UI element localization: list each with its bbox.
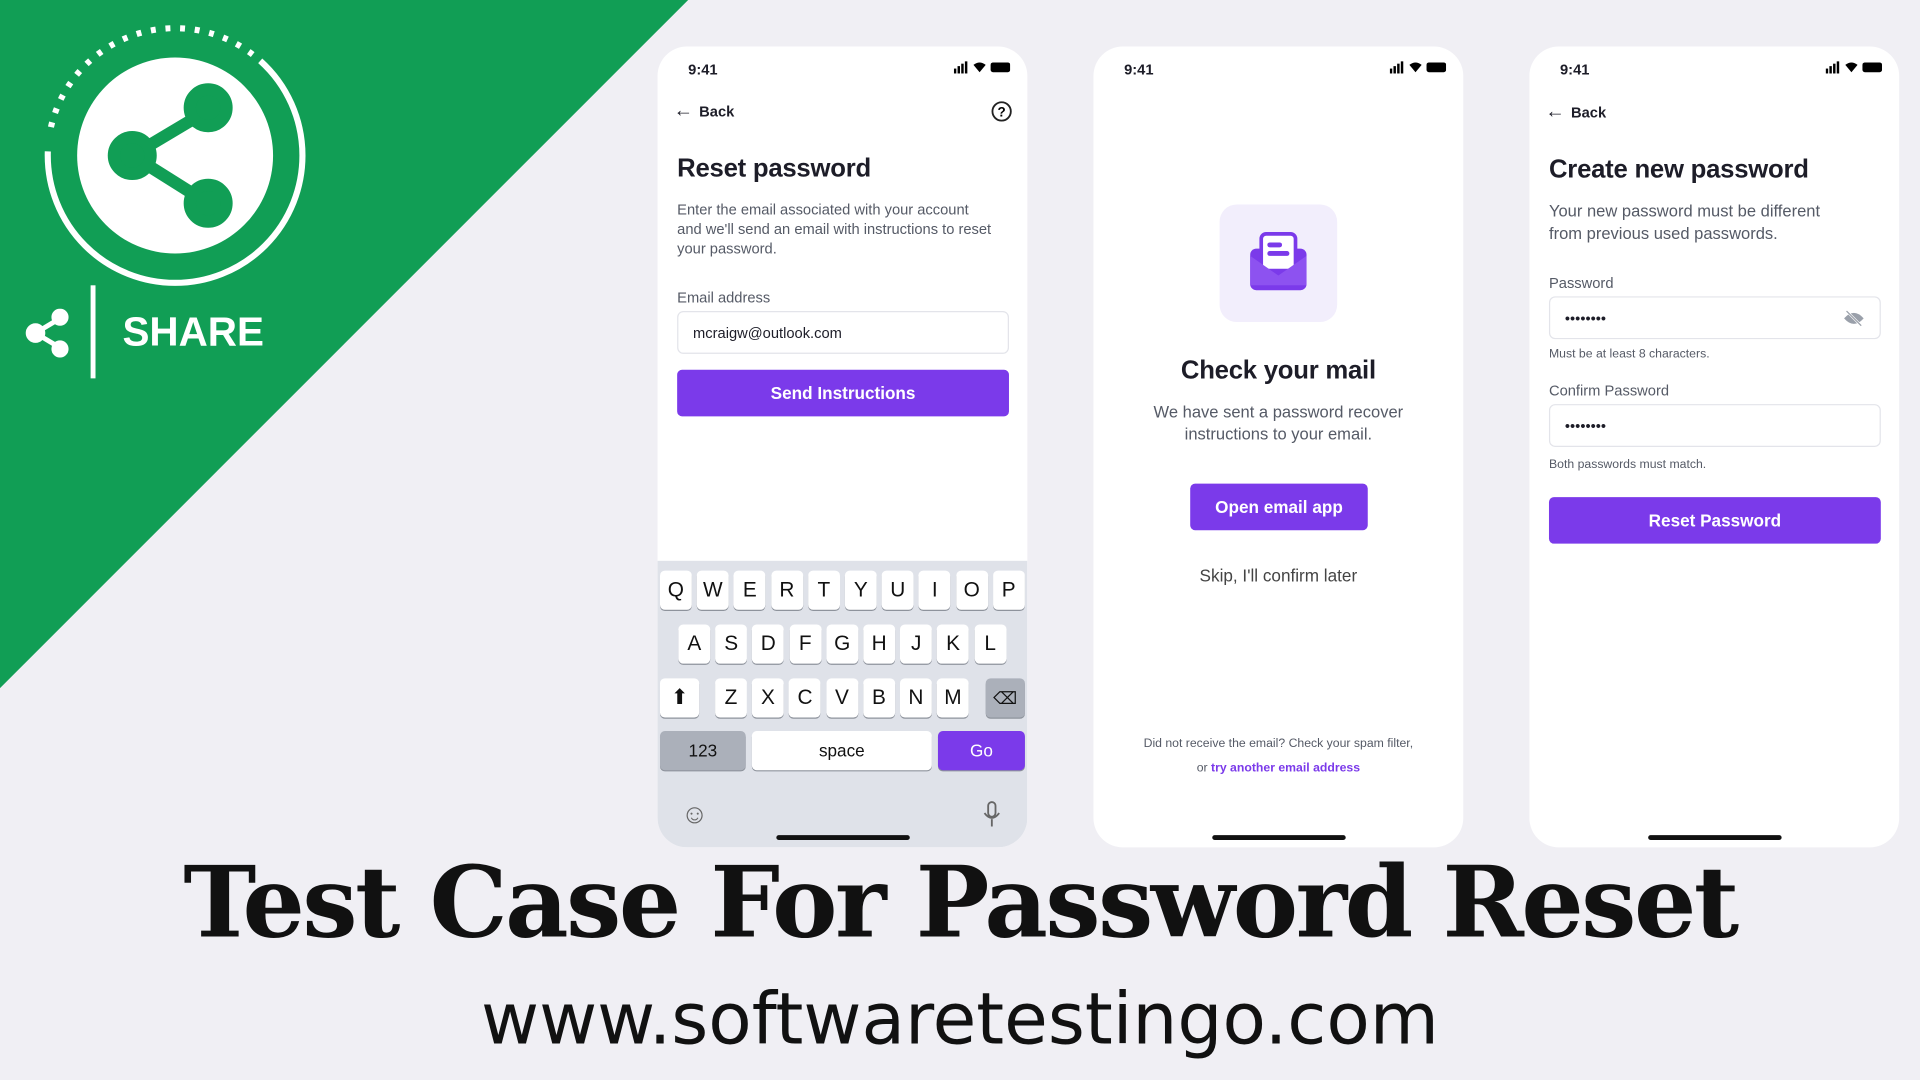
description: Your new password must be different from… (1548, 202, 1821, 243)
key-u[interactable]: U (881, 570, 914, 610)
status-icons (953, 61, 1011, 74)
key-x[interactable]: X (752, 678, 784, 718)
description: Enter the email associated with your acc… (677, 200, 992, 258)
svg-text:?: ? (998, 104, 1006, 119)
divider (90, 285, 96, 379)
emoji-icon[interactable]: ☺ (681, 798, 709, 830)
key-e[interactable]: E (733, 570, 766, 610)
key-n[interactable]: N (900, 678, 932, 718)
key-l[interactable]: L (974, 624, 1007, 664)
key-a[interactable]: A (678, 624, 711, 664)
home-indicator (1212, 835, 1346, 841)
status-time: 9:41 (1124, 61, 1154, 79)
mail-icon-box (1219, 204, 1338, 323)
main-title: Test Case For Password Reset (183, 844, 1739, 961)
key-q[interactable]: Q (660, 570, 692, 610)
reset-password-button[interactable]: Reset Password (1548, 497, 1881, 544)
back-button[interactable]: ← Back (673, 100, 734, 122)
check-mail-screen: 9:41 Check your mail We have sent a pass… (1093, 46, 1464, 848)
confirm-password-input[interactable]: •••••••• (1548, 404, 1881, 447)
footer-or: or (1196, 761, 1208, 776)
page-title: Check your mail (1180, 356, 1376, 385)
share-label: SHARE (122, 308, 264, 354)
home-indicator (776, 835, 910, 841)
back-label: Back (1571, 104, 1607, 122)
key-d[interactable]: D (752, 624, 785, 664)
key-s[interactable]: S (715, 624, 748, 664)
arrow-left-icon: ← (673, 100, 694, 122)
confirm-password-value: •••••••• (1564, 416, 1607, 435)
numbers-key[interactable]: 123 (660, 731, 746, 771)
key-t[interactable]: T (807, 570, 840, 610)
website-url: www.softwaretestingo.com (480, 977, 1439, 1061)
shift-icon: ⬆ (670, 685, 689, 709)
backspace-icon: ⌫ (993, 687, 1018, 708)
key-g[interactable]: G (826, 624, 859, 664)
question-circle-icon[interactable]: ? (991, 100, 1013, 122)
key-f[interactable]: F (789, 624, 822, 664)
home-indicator (1648, 835, 1782, 841)
share-logo-icon (44, 25, 306, 286)
backspace-key[interactable]: ⌫ (985, 678, 1025, 718)
page-title: Reset password (677, 154, 871, 183)
key-p[interactable]: P (992, 570, 1025, 610)
status-icons (1825, 61, 1883, 74)
email-value: mcraigw@outlook.com (693, 323, 842, 342)
password-label: Password (1548, 274, 1614, 292)
key-m[interactable]: M (936, 678, 969, 718)
key-i[interactable]: I (918, 570, 951, 610)
password-input[interactable]: •••••••• (1548, 296, 1881, 340)
arrow-left-icon: ← (1545, 101, 1565, 123)
key-h[interactable]: H (863, 624, 896, 664)
key-r[interactable]: R (770, 570, 803, 610)
key-v[interactable]: V (826, 678, 858, 718)
email-label: Email address (677, 288, 771, 307)
status-time: 9:41 (1560, 61, 1590, 79)
footer-text: Did not receive the email? Check your sp… (1143, 737, 1414, 751)
back-label: Back (699, 102, 735, 121)
key-k[interactable]: K (937, 624, 970, 664)
key-b[interactable]: B (863, 678, 895, 718)
key-o[interactable]: O (955, 570, 988, 610)
banner: SHARE 9:41 ← Back ? Reset password Enter … (0, 0, 1920, 1080)
share-icon (25, 308, 69, 358)
key-w[interactable]: W (696, 570, 729, 610)
footer-line: or try another email address (1093, 762, 1463, 775)
keyboard: ⬆ ⌫ 123 space Go ☺ QWERTYUIOP ASDFGHJKL ZX… (657, 560, 1028, 848)
password-value: •••••••• (1564, 309, 1607, 327)
back-button[interactable]: ← Back (1545, 102, 1606, 124)
key-j[interactable]: J (900, 624, 933, 664)
space-key[interactable]: space (751, 731, 932, 771)
key-z[interactable]: Z (715, 678, 747, 718)
eye-off-icon[interactable] (1843, 309, 1865, 326)
confirm-hint: Both passwords must match. (1548, 457, 1707, 472)
skip-link[interactable]: Skip, I'll confirm later (1093, 566, 1463, 586)
description: We have sent a password recover instruct… (1153, 402, 1404, 444)
password-hint: Must be at least 8 characters. (1548, 347, 1710, 362)
go-key[interactable]: Go (937, 731, 1025, 771)
envelope-icon (1250, 232, 1307, 291)
open-email-app-button[interactable]: Open email app (1190, 483, 1368, 531)
create-password-screen: 9:41 ← Back Create new password Your new … (1529, 46, 1900, 848)
signal-wifi-battery-icon (953, 61, 1011, 74)
key-c[interactable]: C (789, 678, 821, 718)
status-icons (1389, 61, 1447, 74)
page-title: Create new password (1548, 155, 1809, 184)
try-another-email-link[interactable]: try another email address (1211, 762, 1360, 775)
shift-key[interactable]: ⬆ (660, 678, 700, 718)
email-input[interactable]: mcraigw@outlook.com (677, 311, 1009, 354)
microphone-icon[interactable] (983, 801, 1000, 828)
reset-password-screen: 9:41 ← Back ? Reset password Enter the em… (657, 46, 1028, 848)
send-instructions-button[interactable]: Send Instructions (677, 369, 1009, 417)
signal-wifi-battery-icon (1825, 61, 1883, 74)
signal-wifi-battery-icon (1389, 61, 1447, 74)
key-y[interactable]: Y (844, 570, 877, 610)
confirm-password-label: Confirm Password (1548, 382, 1670, 400)
status-time: 9:41 (688, 61, 718, 79)
